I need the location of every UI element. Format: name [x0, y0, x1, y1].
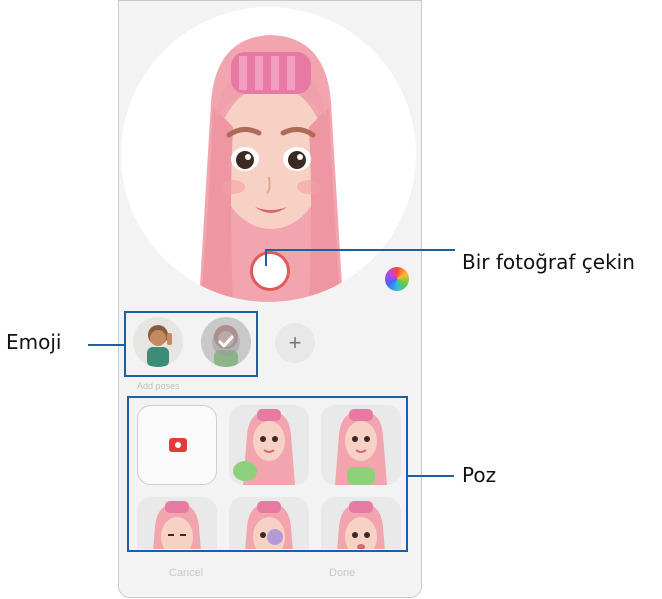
pose-callout-line [408, 475, 454, 477]
section-label: Add poses [137, 381, 180, 391]
cancel-button[interactable]: Cancel [169, 567, 203, 579]
pose-callout-box [127, 396, 408, 552]
plus-icon: + [288, 330, 302, 355]
bottom-bar: Cancel Done [119, 549, 421, 597]
capture-callout-label: Bir fotoğraf çekin [462, 250, 635, 274]
capture-callout-line [265, 250, 267, 266]
done-button[interactable]: Done [329, 567, 355, 579]
emoji-callout-box [124, 311, 258, 377]
add-emoji-button[interactable]: + [275, 323, 315, 363]
emoji-callout-line [88, 344, 124, 346]
emoji-callout-label: Emoji [6, 330, 62, 354]
capture-callout-line [265, 249, 455, 251]
pose-callout-label: Poz [462, 463, 497, 487]
avatar-preview [119, 1, 421, 302]
color-palette-icon[interactable] [385, 267, 409, 291]
capture-button[interactable] [250, 251, 290, 291]
